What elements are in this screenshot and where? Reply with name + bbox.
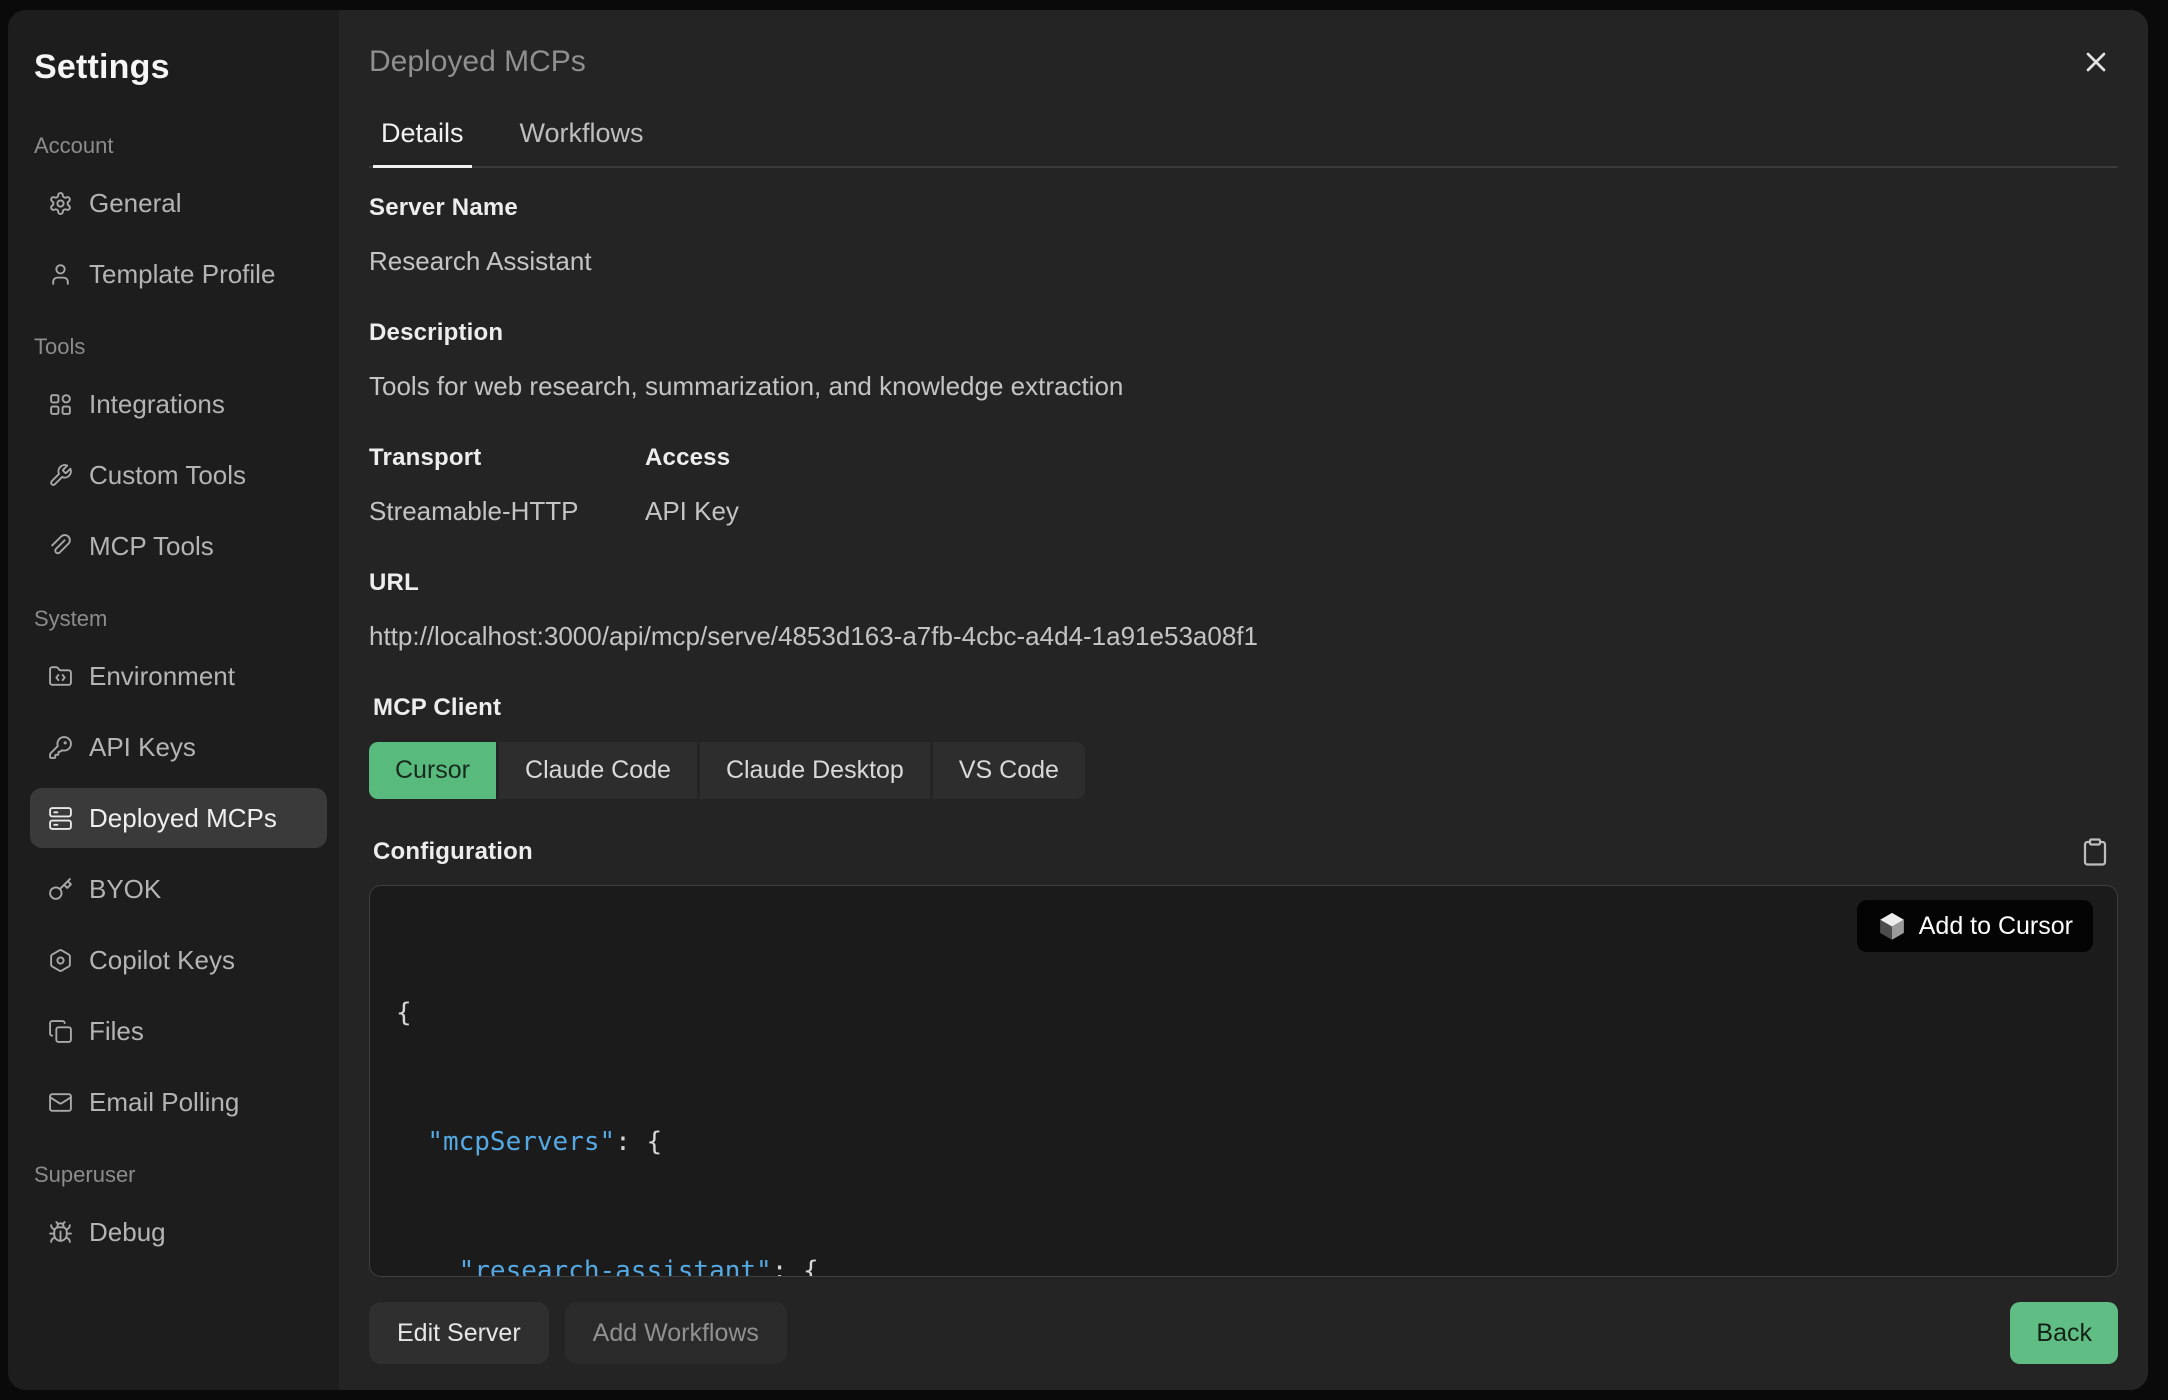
sidebar-item-email-polling[interactable]: Email Polling: [30, 1072, 327, 1132]
sidebar-item-byok[interactable]: BYOK: [30, 859, 327, 919]
sidebar-item-custom-tools[interactable]: Custom Tools: [30, 445, 327, 505]
sidebar-item-mcp-tools[interactable]: MCP Tools: [30, 516, 327, 576]
configuration-json: { "mcpServers": { "research-assistant": …: [396, 906, 2117, 1277]
section-header-tools: Tools: [34, 334, 327, 360]
sidebar-item-api-keys[interactable]: API Keys: [30, 717, 327, 777]
tab-workflows[interactable]: Workflows: [512, 112, 652, 166]
add-to-cursor-button[interactable]: Add to Cursor: [1857, 900, 2093, 952]
bug-icon: [48, 1220, 73, 1245]
server-name-value: Research Assistant: [369, 246, 2118, 277]
panel-title: Deployed MCPs: [369, 45, 586, 79]
footer-bar: Edit Server Add Workflows Back: [369, 1286, 2118, 1364]
tab-bar: Details Workflows: [369, 112, 2118, 168]
url-label: URL: [369, 569, 2118, 597]
sidebar-item-general[interactable]: General: [30, 173, 327, 233]
sidebar-item-label: Environment: [89, 661, 235, 692]
copy-button[interactable]: [2080, 837, 2110, 867]
sidebar-item-label: Deployed MCPs: [89, 803, 277, 834]
sidebar-item-label: Template Profile: [89, 259, 275, 290]
key-icon: [48, 877, 73, 902]
tab-details[interactable]: Details: [373, 112, 472, 168]
mail-icon: [48, 1090, 73, 1115]
sidebar-item-label: API Keys: [89, 732, 196, 763]
client-claude-code-button[interactable]: Claude Code: [499, 742, 697, 799]
mcp-client-section: MCP Client Cursor Claude Code Claude Des…: [369, 694, 2118, 799]
client-cursor-button[interactable]: Cursor: [369, 742, 496, 799]
sidebar-item-copilot-keys[interactable]: Copilot Keys: [30, 930, 327, 990]
panel-header: Deployed MCPs: [369, 40, 2118, 84]
access-label: Access: [645, 444, 739, 472]
close-icon: [2080, 46, 2112, 78]
cursor-logo-icon: [1877, 911, 1907, 941]
settings-title: Settings: [34, 48, 327, 87]
section-header-system: System: [34, 606, 327, 632]
blocks-icon: [48, 392, 73, 417]
copy-pages-icon: [48, 1019, 73, 1044]
sidebar-item-template-profile[interactable]: Template Profile: [30, 244, 327, 304]
sidebar-item-label: General: [89, 188, 182, 219]
transport-field: Transport Streamable-HTTP: [369, 444, 645, 527]
folder-code-icon: [48, 664, 73, 689]
gear-icon: [48, 191, 73, 216]
mcp-client-segmented-control: Cursor Claude Code Claude Desktop VS Cod…: [369, 742, 2118, 799]
client-claude-desktop-button[interactable]: Claude Desktop: [700, 742, 930, 799]
url-value: http://localhost:3000/api/mcp/serve/4853…: [369, 621, 2118, 652]
edit-server-button[interactable]: Edit Server: [369, 1302, 549, 1364]
hexagon-target-icon: [48, 948, 73, 973]
wrench-icon: [48, 463, 73, 488]
sidebar-item-label: Integrations: [89, 389, 225, 420]
client-vs-code-button[interactable]: VS Code: [933, 742, 1085, 799]
sidebar-item-label: Email Polling: [89, 1087, 239, 1118]
settings-modal: Settings Account General Template Profil…: [8, 10, 2148, 1390]
back-button[interactable]: Back: [2010, 1302, 2118, 1364]
add-to-cursor-label: Add to Cursor: [1919, 912, 2073, 941]
sidebar-item-integrations[interactable]: Integrations: [30, 374, 327, 434]
mcp-client-label: MCP Client: [373, 694, 2118, 722]
sidebar-item-deployed-mcps[interactable]: Deployed MCPs: [30, 788, 327, 848]
sidebar-item-label: MCP Tools: [89, 531, 214, 562]
sidebar: Settings Account General Template Profil…: [8, 10, 339, 1390]
transport-access-row: Transport Streamable-HTTP Access API Key: [369, 444, 2118, 527]
sidebar-item-files[interactable]: Files: [30, 1001, 327, 1061]
details-content: Server Name Research Assistant Descripti…: [369, 194, 2118, 1277]
sidebar-item-label: BYOK: [89, 874, 161, 905]
sidebar-item-label: Custom Tools: [89, 460, 246, 491]
server-name-field: Server Name Research Assistant: [369, 194, 2118, 277]
sidebar-item-debug[interactable]: Debug: [30, 1202, 327, 1262]
section-header-account: Account: [34, 133, 327, 159]
clipboard-icon: [2080, 837, 2110, 867]
key-round-icon: [48, 735, 73, 760]
sidebar-item-label: Debug: [89, 1217, 166, 1248]
sidebar-item-environment[interactable]: Environment: [30, 646, 327, 706]
sidebar-item-label: Copilot Keys: [89, 945, 235, 976]
description-value: Tools for web research, summarization, a…: [369, 371, 2118, 402]
configuration-code-block[interactable]: { "mcpServers": { "research-assistant": …: [369, 885, 2118, 1277]
configuration-header-row: Configuration: [369, 837, 2118, 867]
sidebar-item-label: Files: [89, 1016, 144, 1047]
configuration-label: Configuration: [373, 838, 533, 866]
mcp-icon: [48, 534, 73, 559]
description-field: Description Tools for web research, summ…: [369, 319, 2118, 402]
user-icon: [48, 262, 73, 287]
add-workflows-button[interactable]: Add Workflows: [565, 1302, 787, 1364]
close-button[interactable]: [2074, 40, 2118, 84]
server-name-label: Server Name: [369, 194, 2118, 222]
transport-label: Transport: [369, 444, 645, 472]
access-value: API Key: [645, 496, 739, 527]
transport-value: Streamable-HTTP: [369, 496, 645, 527]
url-field: URL http://localhost:3000/api/mcp/serve/…: [369, 569, 2118, 652]
server-icon: [48, 806, 73, 831]
section-header-superuser: Superuser: [34, 1162, 327, 1188]
access-field: Access API Key: [645, 444, 739, 527]
main-panel: Deployed MCPs Details Workflows Server N…: [339, 10, 2148, 1390]
description-label: Description: [369, 319, 2118, 347]
